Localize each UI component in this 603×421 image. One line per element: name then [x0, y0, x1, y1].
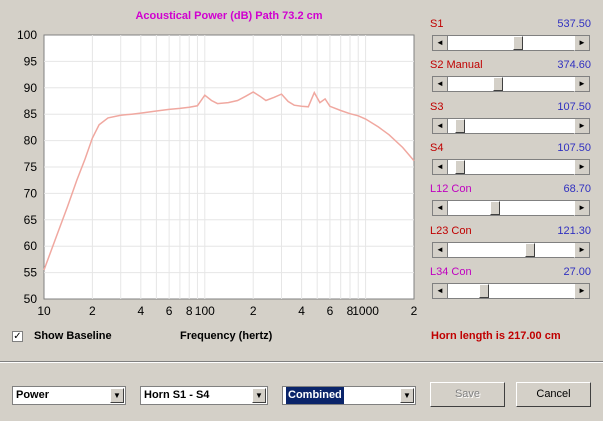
y-tick-label: 85 [24, 107, 38, 121]
slider-value: 121.30 [557, 225, 591, 237]
chevron-down-icon[interactable]: ▼ [252, 388, 266, 403]
x-tick-label: 4 [137, 304, 144, 318]
arrow-left-icon[interactable]: ◄ [433, 201, 448, 216]
x-tick-label: 2 [411, 304, 418, 318]
slider-label: S1 [430, 18, 444, 30]
slider-value: 107.50 [557, 142, 591, 154]
slider-label: L23 Con [430, 225, 472, 237]
arrow-left-icon[interactable]: ◄ [433, 36, 448, 51]
power-chart: Acoustical Power (dB) Path 73.2 cm 100 95 9… [17, 10, 418, 318]
y-tick-label: 55 [24, 266, 38, 280]
slider-thumb[interactable] [479, 284, 490, 298]
slider-value: 68.70 [563, 183, 591, 195]
y-tick-label: 90 [24, 81, 38, 95]
separator [0, 361, 603, 363]
mode-select[interactable]: Combined ▼ [282, 386, 416, 405]
segment-select[interactable]: Horn S1 - S4 ▼ [140, 386, 268, 405]
cancel-button[interactable]: Cancel [516, 382, 591, 407]
arrow-right-icon[interactable]: ► [574, 77, 589, 92]
x-tick-label: 8 [186, 304, 193, 318]
y-tick-label: 70 [24, 186, 38, 200]
slider-thumb[interactable] [513, 36, 523, 50]
arrow-left-icon[interactable]: ◄ [433, 119, 448, 134]
slider-track[interactable]: ◄ ► [432, 159, 590, 175]
slider-track[interactable]: ◄ ► [432, 118, 590, 134]
horn-length-label: Horn length is 217.00 cm [431, 330, 561, 342]
arrow-left-icon[interactable]: ◄ [433, 77, 448, 92]
slider-value: 374.60 [557, 59, 591, 71]
slider-label: L34 Con [430, 266, 472, 278]
x-tick-label: 1000 [352, 304, 379, 318]
show-baseline-label[interactable]: Show Baseline [34, 330, 112, 342]
slider-thumb[interactable] [492, 77, 503, 91]
x-tick-label: 6 [166, 304, 173, 318]
x-tick-label: 2 [250, 304, 257, 318]
horn-window: Acoustical Power (dB) Path 73.2 cm 100 95 9… [0, 0, 603, 421]
arrow-right-icon[interactable]: ► [574, 284, 589, 299]
y-tick-label: 75 [24, 160, 38, 174]
arrow-left-icon[interactable]: ◄ [433, 243, 448, 258]
frequency-axis-label: Frequency (hertz) [180, 330, 273, 342]
slider-track[interactable]: ◄ ► [432, 283, 590, 299]
segment-select-value: Horn S1 - S4 [144, 389, 210, 401]
arrow-left-icon[interactable]: ◄ [433, 160, 448, 175]
chevron-down-icon[interactable]: ▼ [400, 388, 414, 403]
slider-thumb[interactable] [455, 119, 466, 133]
slider-track[interactable]: ◄ ► [432, 242, 590, 258]
slider-track[interactable]: ◄ ► [432, 76, 590, 92]
x-tick-label: 6 [327, 304, 334, 318]
y-tick-label: 100 [17, 28, 37, 42]
arrow-left-icon[interactable]: ◄ [433, 284, 448, 299]
y-tick-label: 95 [24, 54, 38, 68]
slider-value: 537.50 [557, 18, 591, 30]
mode-select-value: Combined [286, 387, 344, 404]
x-tick-label: 100 [195, 304, 215, 318]
slider-track[interactable]: ◄ ► [432, 200, 590, 216]
slider-label: S3 [430, 101, 444, 113]
arrow-right-icon[interactable]: ► [574, 243, 589, 258]
slider-value: 27.00 [563, 266, 591, 278]
slider-label: L12 Con [430, 183, 472, 195]
x-tick-label: 4 [298, 304, 305, 318]
y-tick-label: 50 [24, 292, 38, 306]
slider-label: S4 [430, 142, 444, 154]
chart-title: Acoustical Power (dB) Path 73.2 cm [135, 10, 322, 22]
arrow-right-icon[interactable]: ► [574, 36, 589, 51]
measure-select-value: Power [16, 389, 50, 401]
x-tick-label: 2 [89, 304, 96, 318]
slider-label: S2 Manual [430, 59, 483, 71]
measure-select[interactable]: Power ▼ [12, 386, 126, 405]
y-tick-label: 65 [24, 213, 38, 227]
show-baseline-checkbox[interactable]: ✓ [12, 331, 23, 342]
slider-thumb[interactable] [525, 243, 535, 257]
x-tick-label: 10 [37, 304, 51, 318]
y-tick-label: 80 [24, 134, 38, 148]
arrow-right-icon[interactable]: ► [574, 119, 589, 134]
slider-thumb[interactable] [490, 201, 501, 215]
slider-thumb[interactable] [455, 160, 466, 174]
slider-track[interactable]: ◄ ► [432, 35, 590, 51]
arrow-right-icon[interactable]: ► [574, 201, 589, 216]
chevron-down-icon[interactable]: ▼ [110, 388, 124, 403]
slider-value: 107.50 [557, 101, 591, 113]
y-tick-label: 60 [24, 239, 38, 253]
arrow-right-icon[interactable]: ► [574, 160, 589, 175]
save-button[interactable]: Save [430, 382, 505, 407]
